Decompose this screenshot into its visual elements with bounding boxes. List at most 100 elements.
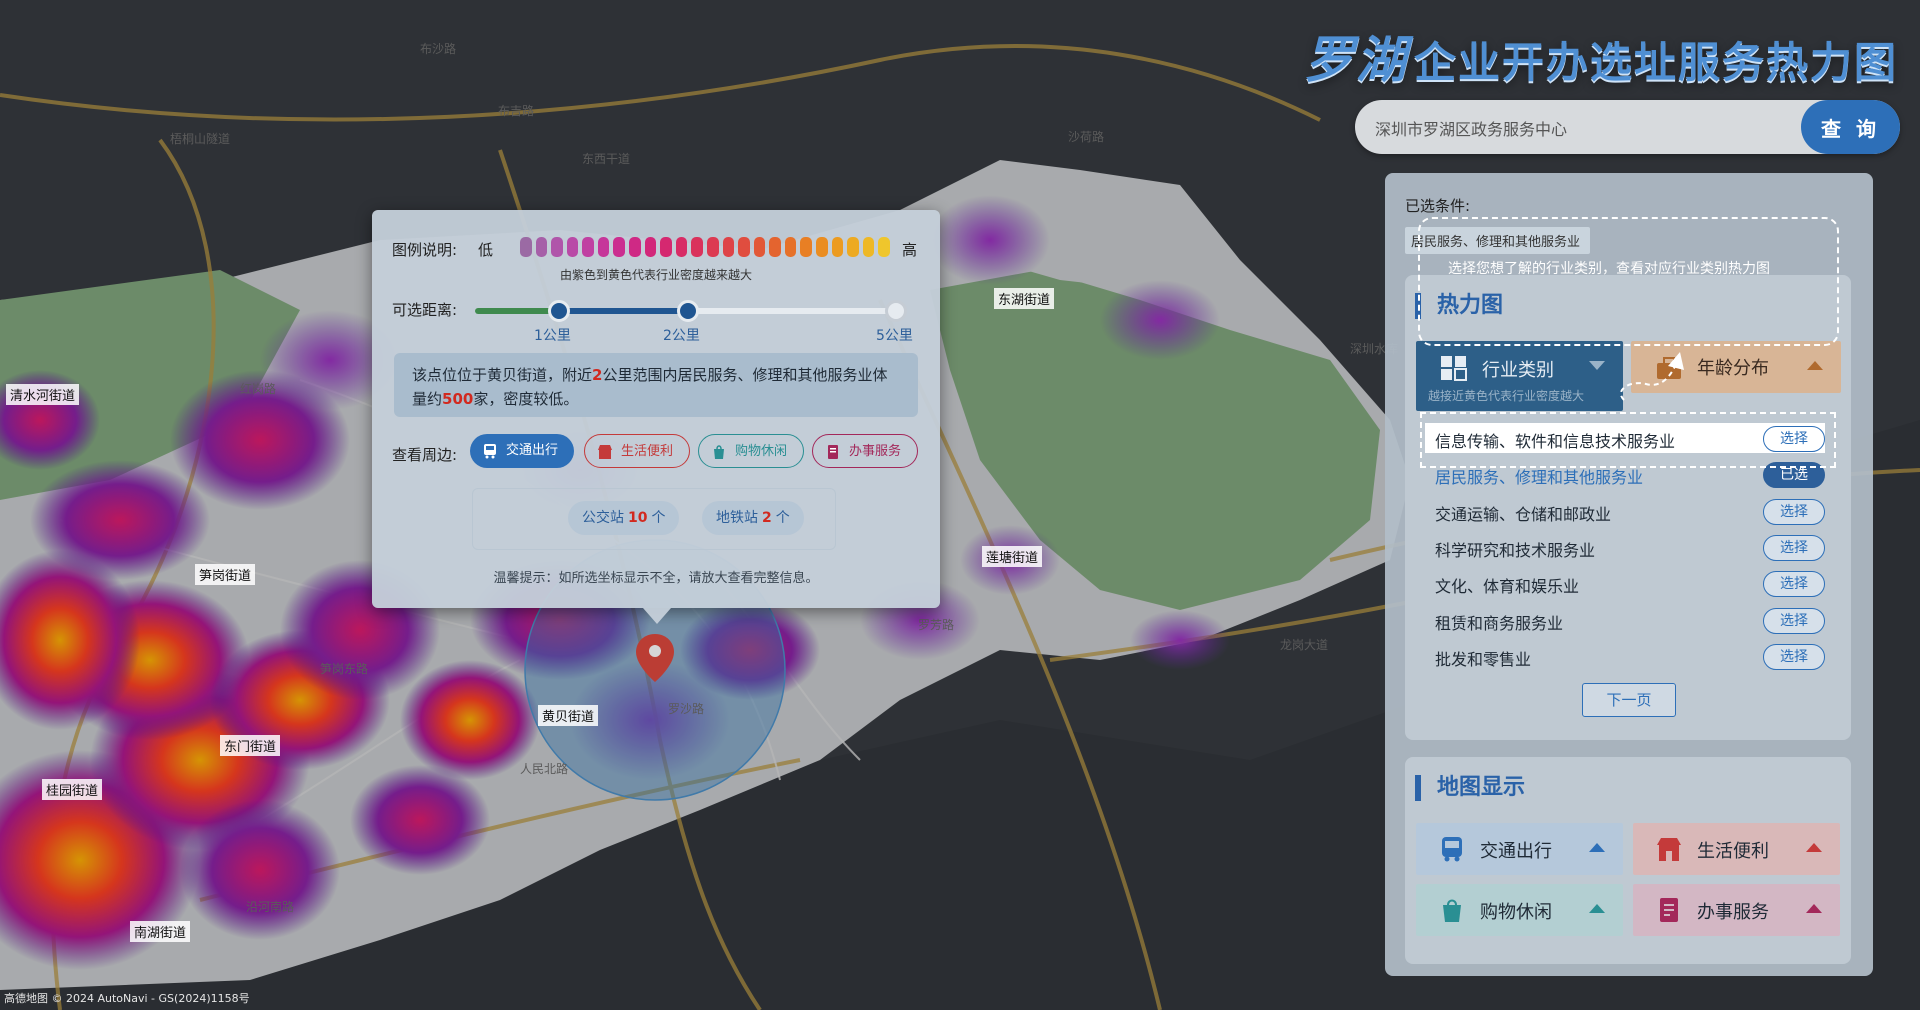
- search-button[interactable]: 查 询: [1801, 100, 1900, 154]
- page-title-brush: 罗湖: [1303, 30, 1408, 89]
- metro-station-count[interactable]: 地铁站 2 个: [702, 501, 804, 535]
- distance-label: 可选距离:: [392, 301, 458, 319]
- legend-swatch: [847, 237, 859, 257]
- metro-station-label: 地铁站: [716, 510, 758, 526]
- legend-note: 由紫色到黄色代表行业密度越来越大: [559, 268, 752, 282]
- map-tile-transport[interactable]: 交通出行: [1416, 823, 1623, 875]
- selected-conditions-label: 已选条件:: [1405, 197, 1471, 215]
- district-label: 清水河街道: [6, 384, 80, 405]
- search-input[interactable]: [1373, 100, 1757, 156]
- slider-knob-1km[interactable]: [548, 300, 570, 322]
- legend-high: 高: [902, 241, 918, 259]
- road-label: 罗芳路: [918, 618, 955, 632]
- industry-row-label: 批发和零售业: [1435, 650, 1532, 669]
- map-tile-label: 购物休闲: [1480, 902, 1552, 923]
- guide-hint-text: 选择您想了解的行业类别，查看对应行业类别热力图: [1448, 261, 1770, 277]
- info-text-part: 家，密度较低。: [473, 390, 579, 408]
- industry-row-label: 科学研究和技术服务业: [1435, 541, 1596, 560]
- chevron-up-icon: [1806, 843, 1822, 852]
- industry-row[interactable]: 文化、体育和娱乐业 选择: [1425, 568, 1825, 598]
- nearby-transport-button[interactable]: 交通出行: [470, 434, 574, 468]
- legend-swatch: [831, 237, 844, 257]
- store-icon: [1657, 838, 1681, 861]
- map-tile-label: 生活便利: [1697, 841, 1769, 862]
- road-label: 布沙路: [420, 42, 457, 56]
- legend-swatch: [551, 237, 563, 257]
- nearby-shopping-button[interactable]: 购物休闲: [698, 434, 804, 468]
- guide-arrow-icon: [1619, 352, 1684, 401]
- chevron-up-icon: [1589, 843, 1605, 852]
- legend-swatch: [535, 237, 548, 257]
- industry-row[interactable]: 批发和零售业 选择: [1425, 641, 1825, 671]
- map-tile-shopping[interactable]: 购物休闲: [1416, 884, 1623, 936]
- info-radius-value: 2: [592, 366, 603, 384]
- select-button[interactable]: 选择: [1763, 571, 1825, 597]
- bus-station-value: 10: [628, 510, 648, 526]
- legend-swatch: [597, 237, 610, 257]
- distance-slider[interactable]: [475, 300, 907, 322]
- next-page-button[interactable]: 下一页: [1582, 683, 1676, 717]
- nearby-button-label: 生活便利: [621, 444, 674, 459]
- legend-swatch: [769, 237, 781, 257]
- select-button[interactable]: 选择: [1763, 499, 1825, 525]
- map-tile-life[interactable]: 生活便利: [1633, 823, 1840, 875]
- tab-industry[interactable]: 行业类别 越接近黄色代表行业密度越大: [1416, 341, 1623, 411]
- industry-row-label: 租赁和商务服务业: [1435, 614, 1564, 633]
- map-tile-service[interactable]: 办事服务: [1633, 884, 1840, 936]
- industry-row-label: 文化、体育和娱乐业: [1435, 577, 1580, 596]
- metro-station-value: 2: [762, 510, 772, 526]
- legend-swatch: [738, 237, 750, 257]
- map-display-card-title: 地图显示: [1415, 775, 1525, 801]
- district-label: 东门街道: [220, 735, 281, 756]
- chevron-up-icon: [1806, 904, 1822, 913]
- legend-swatch: [520, 237, 532, 257]
- legend-low: 低: [478, 241, 494, 259]
- industry-row[interactable]: 租赁和商务服务业 选择: [1425, 605, 1825, 635]
- bus-station-count[interactable]: 公交站 10 个: [568, 501, 680, 535]
- guide-highlight-box: [1418, 217, 1839, 346]
- nearby-service-button[interactable]: 办事服务: [812, 434, 918, 468]
- page-title-text: 企业开办选址服务热力图: [1413, 38, 1898, 87]
- road-label: 罗沙路: [668, 702, 705, 716]
- industry-row[interactable]: 科学研究和技术服务业 选择: [1425, 532, 1825, 562]
- road-label: 人民北路: [520, 762, 569, 776]
- slider-tick-label: 2公里: [663, 328, 700, 344]
- shopping-bag-icon: [1443, 899, 1461, 922]
- select-button[interactable]: 选择: [1763, 608, 1825, 634]
- page-title: 罗湖 企业开办选址服务热力图: [1304, 20, 1898, 92]
- tab-industry-label: 行业类别: [1482, 360, 1554, 381]
- slider-tick-label: 1公里: [534, 328, 571, 344]
- legend-swatch: [691, 237, 703, 257]
- bus-icon: [484, 444, 496, 459]
- map-attribution: 高德地图 © 2024 AutoNavi - GS(2024)1158号: [4, 992, 250, 1005]
- nearby-button-label: 办事服务: [849, 444, 902, 459]
- document-icon: [1660, 898, 1678, 922]
- location-info-text: 该点位位于黄贝街道，附近2公里范围内居民服务、修理和其他服务业体量约500家，密…: [412, 363, 902, 411]
- road-label: 红岗路: [240, 382, 277, 396]
- legend-swatch: [784, 237, 797, 257]
- district-label: 莲塘街道: [982, 546, 1043, 567]
- legend-swatch: [582, 237, 594, 257]
- legend-swatch: [753, 237, 766, 257]
- select-button[interactable]: 选择: [1763, 644, 1825, 670]
- document-icon: [828, 445, 838, 459]
- location-info-box: 该点位位于黄贝街道，附近2公里范围内居民服务、修理和其他服务业体量约500家，密…: [394, 353, 918, 417]
- unit-label: 个: [775, 510, 790, 526]
- legend-swatch: [613, 237, 626, 257]
- road-label: 布吉路: [498, 104, 535, 118]
- tab-age-label: 年龄分布: [1697, 358, 1769, 379]
- shopping-bag-icon: [714, 445, 724, 459]
- legend-swatch: [644, 237, 657, 257]
- nearby-button-label: 交通出行: [506, 443, 559, 458]
- slider-knob-2km[interactable]: [677, 300, 699, 322]
- industry-row-label: 交通运输、仓储和邮政业: [1435, 505, 1612, 524]
- slider-knob-5km[interactable]: [885, 300, 907, 322]
- road-label: 笋岗东路: [320, 662, 369, 676]
- nearby-life-button[interactable]: 生活便利: [584, 434, 690, 468]
- popup-tip: 温馨提示：如所选坐标显示不全，请放大查看完整信息。: [493, 571, 819, 586]
- select-button[interactable]: 选择: [1763, 535, 1825, 561]
- legend-label: 图例说明:: [392, 241, 458, 259]
- industry-row[interactable]: 交通运输、仓储和邮政业 选择: [1425, 496, 1825, 526]
- legend-swatch: [660, 237, 672, 257]
- road-label: 梧桐山隧道: [170, 132, 231, 146]
